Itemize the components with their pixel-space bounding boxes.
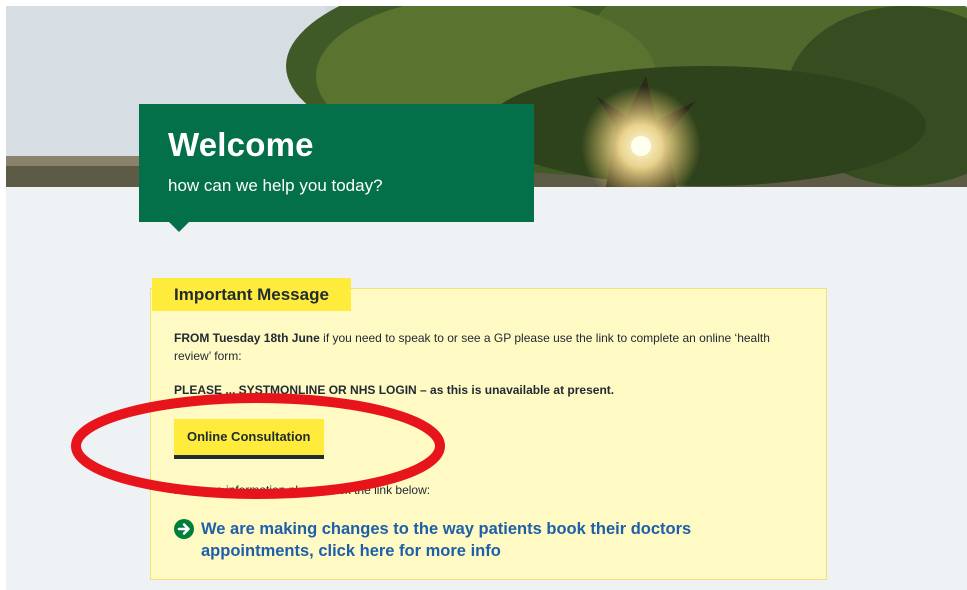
important-message-panel: Important Message FROM Tuesday 18th June… xyxy=(150,278,827,580)
message-line2-visible: PLEASE ... SYSTMONLINE OR NHS LOGIN xyxy=(174,383,417,397)
message-paragraph-2: PLEASE ... SYSTMONLINE OR NHS LOGIN – as… xyxy=(174,381,804,399)
online-consultation-button[interactable]: Online Consultation xyxy=(174,419,324,455)
welcome-caret xyxy=(169,222,189,232)
arrow-right-circle-icon xyxy=(174,519,194,539)
welcome-title: Welcome xyxy=(168,126,314,163)
appointments-changes-link[interactable]: We are making changes to the way patient… xyxy=(174,518,794,562)
message-line2-text: – as this is unavailable at present. xyxy=(416,383,615,397)
message-date-bold: FROM Tuesday 18th June xyxy=(174,331,320,345)
message-paragraph-1: FROM Tuesday 18th June if you need to sp… xyxy=(174,329,804,365)
important-message-heading: Important Message xyxy=(152,278,351,311)
welcome-panel: Welcome how can we help you today? xyxy=(139,104,534,232)
welcome-subtitle: how can we help you today? xyxy=(168,176,383,195)
page: Welcome how can we help you today? Impor… xyxy=(6,6,967,590)
more-info-text: For more information please click the li… xyxy=(174,483,431,497)
appointments-link-text: We are making changes to the way patient… xyxy=(201,520,692,560)
